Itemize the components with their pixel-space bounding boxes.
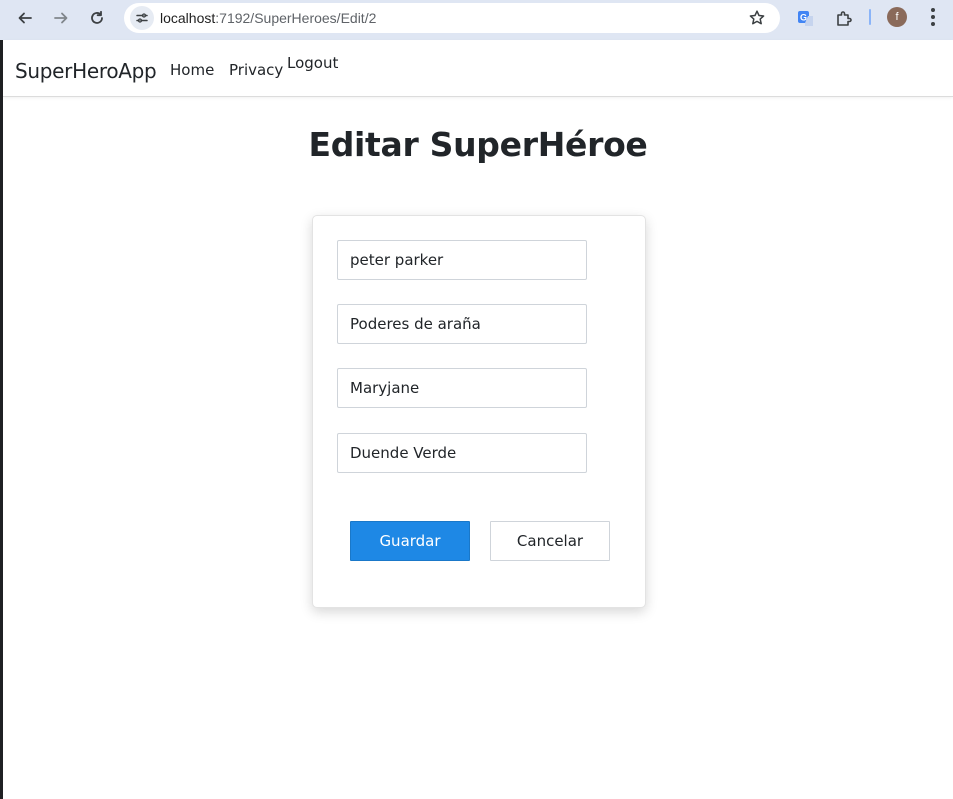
menu-dots-icon[interactable]	[925, 6, 941, 28]
cancel-button[interactable]: Cancelar	[490, 521, 610, 561]
partner-field[interactable]: Maryjane	[337, 368, 587, 408]
name-field[interactable]: peter parker	[337, 240, 587, 280]
site-info-button[interactable]	[130, 6, 154, 30]
toolbar-divider	[869, 9, 871, 25]
nav-link-privacy[interactable]: Privacy	[229, 61, 283, 79]
forward-arrow-icon	[54, 12, 68, 24]
browser-toolbar: localhost:7192/SuperHeroes/Edit/2 G f	[0, 0, 953, 40]
nav-link-logout[interactable]: Logout	[287, 54, 338, 72]
bookmark-star-icon[interactable]	[748, 9, 766, 27]
reload-icon	[91, 10, 103, 24]
forward-button[interactable]	[48, 5, 74, 31]
url-text[interactable]: localhost:7192/SuperHeroes/Edit/2	[160, 10, 376, 26]
powers-field[interactable]: Poderes de araña	[337, 304, 587, 344]
brand-link[interactable]: SuperHeroApp	[15, 59, 157, 83]
back-button[interactable]	[12, 5, 38, 31]
reload-button[interactable]	[84, 5, 110, 31]
site-info-icon	[136, 13, 148, 23]
back-arrow-icon	[18, 12, 32, 24]
address-bar[interactable]: localhost:7192/SuperHeroes/Edit/2	[124, 3, 780, 33]
extensions-icon	[837, 11, 852, 26]
url-host: localhost	[160, 10, 216, 26]
nav-link-home[interactable]: Home	[170, 61, 214, 79]
save-button[interactable]: Guardar	[350, 521, 470, 561]
enemy-field[interactable]: Duende Verde	[337, 433, 587, 473]
page-title: Editar SuperHéroe	[308, 125, 648, 164]
edit-form-card: peter parker Poderes de araña Maryjane D…	[312, 215, 646, 608]
profile-avatar[interactable]: f	[887, 7, 907, 27]
page-viewport: SuperHeroApp Home Privacy Logout Editar …	[3, 40, 953, 799]
extensions-button[interactable]	[831, 6, 857, 32]
site-navbar: SuperHeroApp Home Privacy Logout	[3, 40, 953, 97]
translate-icon: G	[798, 11, 813, 26]
translate-button[interactable]: G	[793, 6, 819, 32]
url-path: :7192/SuperHeroes/Edit/2	[215, 10, 377, 26]
